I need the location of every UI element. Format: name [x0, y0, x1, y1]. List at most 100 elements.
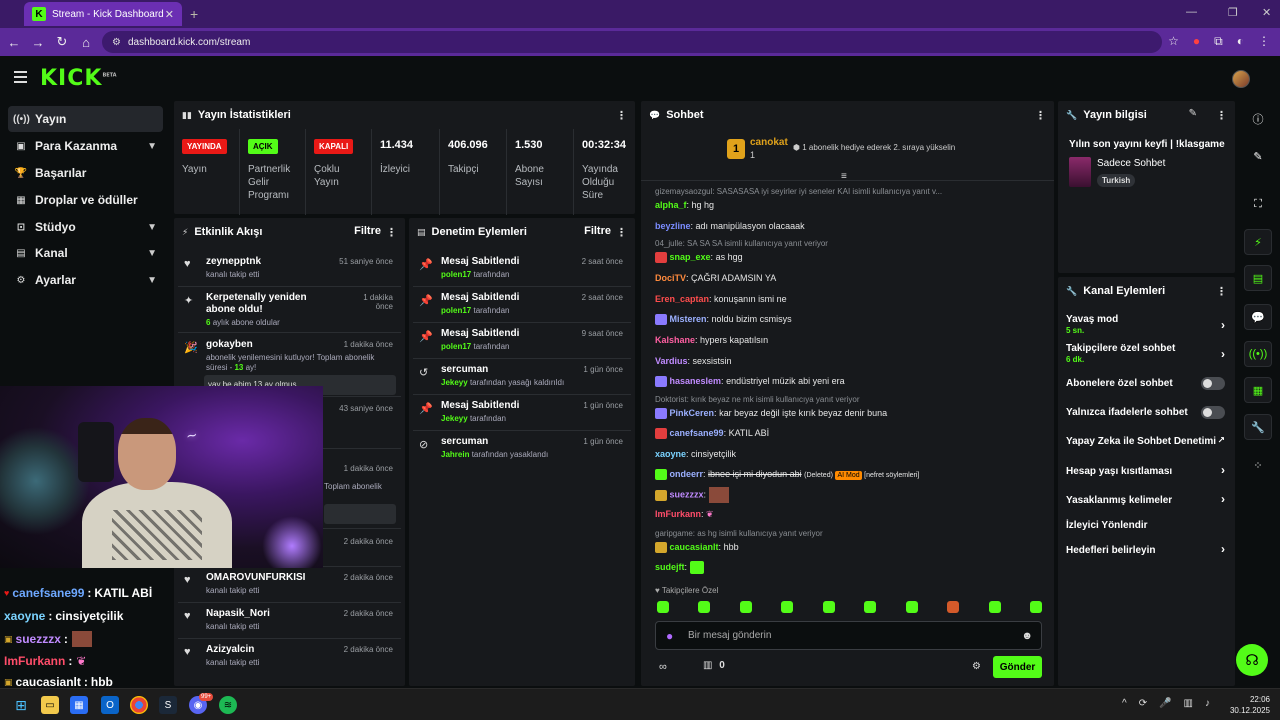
chat-settings-icon[interactable]: ⚙: [972, 661, 981, 672]
outlook-icon[interactable]: O: [101, 696, 119, 714]
overlay-chat-line: ▣ suezzzx :: [4, 631, 92, 647]
layout-rail-icon[interactable]: ▦: [1244, 377, 1272, 403]
menu-hamburger-icon[interactable]: [14, 71, 27, 86]
chat-message: beyzline: adı manipülasyon olacaaak: [655, 221, 805, 231]
profile-avatar-icon[interactable]: ◐: [1237, 34, 1244, 49]
category-name[interactable]: Sadece Sohbet: [1097, 158, 1165, 169]
channel-actions-menu-icon[interactable]: ⋮: [1216, 285, 1227, 298]
mod-menu-icon[interactable]: ⋮: [616, 226, 627, 239]
sidebar-item-kanal[interactable]: ▤ Kanal ▼: [8, 240, 163, 266]
store-icon[interactable]: ▦: [70, 696, 88, 714]
top-gifter-count: 1: [750, 150, 756, 160]
chevron-up-icon[interactable]: ^: [1122, 698, 1127, 709]
chat-message-input[interactable]: ● Bir mesaj gönderin ☻: [655, 621, 1042, 650]
forward-icon[interactable]: →: [26, 35, 50, 50]
channel-points-icon[interactable]: ∞: [659, 661, 667, 673]
edit-pencil-icon[interactable]: ✎: [1244, 143, 1272, 169]
volume-icon[interactable]: ♪: [1205, 698, 1210, 709]
site-info-icon[interactable]: ⚙: [112, 37, 121, 48]
user-avatar[interactable]: [1232, 70, 1250, 88]
pinned-toggle-icon[interactable]: ≡: [841, 171, 847, 182]
bookmark-star-icon[interactable]: ☆: [1168, 34, 1179, 49]
fullscreen-icon[interactable]: ⛶: [1244, 191, 1272, 217]
sidebar-item-para-kazanma[interactable]: ▣ Para Kazanma ▼: [8, 133, 163, 159]
close-tab-icon[interactable]: ✕: [165, 8, 174, 21]
spotify-icon[interactable]: ≋: [219, 696, 237, 714]
subscribers-only-toggle[interactable]: [1201, 377, 1225, 390]
sidebar-item-studyo[interactable]: ⊡ Stüdyo ▼: [8, 214, 163, 240]
webcam-video: ~: [0, 386, 323, 568]
activity-menu-icon[interactable]: ⋮: [386, 226, 397, 239]
bolt-rail-icon[interactable]: ⚡: [1244, 229, 1272, 255]
browser-menu-icon[interactable]: ⋮: [1258, 34, 1270, 49]
clock[interactable]: 22:06 30.12.2025: [1230, 694, 1270, 716]
clipboard-rail-icon[interactable]: ▤: [1244, 265, 1272, 291]
browser-tab-bar: K Stream - Kick Dashboard ✕ + — ❐ ✕: [0, 0, 1280, 28]
chat-reply-context: Doktorist: kırık beyaz ne mk isimli kull…: [655, 395, 860, 404]
chevron-down-icon: ▼: [147, 221, 157, 233]
banned-words-row[interactable]: Yasaklanmış kelimeler ›: [1066, 492, 1225, 506]
chat-message: xaoyne: cinsiyetçilik: [655, 449, 737, 459]
url-field[interactable]: ⚙ dashboard.kick.com/stream: [102, 31, 1162, 53]
top-gifter-name[interactable]: canokat: [750, 137, 788, 148]
network-icon[interactable]: ▥: [1184, 698, 1193, 709]
wrench-rail-icon[interactable]: 🔧: [1244, 414, 1272, 440]
system-tray: ^ ⟳ 🎤 ▥ ♪: [1122, 698, 1210, 709]
file-explorer-icon[interactable]: ▭: [41, 696, 59, 714]
ai-moderation-row[interactable]: Yapay Zeka ile Sohbet Denetimi ↗: [1066, 435, 1225, 447]
minimize-icon[interactable]: —: [1186, 6, 1197, 18]
raid-row[interactable]: İzleyici Yönlendir: [1066, 520, 1225, 531]
slow-mode-row[interactable]: Yavaş mod 5 sn. ›: [1066, 314, 1225, 335]
stream-info-menu-icon[interactable]: ⋮: [1216, 109, 1227, 122]
emote-bar[interactable]: [657, 601, 1042, 613]
chat-menu-icon[interactable]: ⋮: [1035, 109, 1046, 122]
steam-icon[interactable]: S: [159, 696, 177, 714]
emote-icon: [822, 601, 835, 613]
mic-icon[interactable]: 🎤: [1159, 698, 1171, 709]
maximize-icon[interactable]: ❐: [1228, 6, 1238, 19]
mod-filter-button[interactable]: Filtre: [584, 225, 611, 237]
close-window-icon[interactable]: ✕: [1262, 6, 1271, 19]
home-icon[interactable]: ⌂: [74, 35, 98, 50]
account-age-row[interactable]: Hesap yaşı kısıtlaması ›: [1066, 463, 1225, 477]
followers-only-row[interactable]: Takipçilere özel sohbet 6 dk. ›: [1066, 343, 1225, 364]
extensions-puzzle-icon[interactable]: ⧉: [1214, 34, 1223, 49]
browser-tab[interactable]: K Stream - Kick Dashboard ✕: [24, 2, 182, 26]
kick-emote-icon[interactable]: ●: [666, 629, 673, 643]
kick-logo[interactable]: KICKBETA: [40, 66, 117, 91]
send-button[interactable]: Gönder: [993, 656, 1042, 678]
emoji-picker-icon[interactable]: ☻: [1021, 630, 1033, 642]
info-icon[interactable]: ⓘ: [1244, 106, 1272, 132]
stat-subs: 1.530 Abone Sayısı: [507, 129, 574, 215]
sidebar-item-basarilar[interactable]: 🏆 Başarılar: [8, 160, 163, 186]
emote-icon: [988, 601, 1001, 613]
edit-pencil-icon[interactable]: ✎: [1189, 108, 1197, 119]
windows-start-icon[interactable]: ⊞: [12, 696, 30, 714]
reload-icon[interactable]: ↻: [50, 34, 74, 50]
chat-panel: 💬 Sohbet ⋮ 1 canokat 1 ⬢ 1 abonelik hedi…: [641, 101, 1054, 686]
sidebar-item-droplar[interactable]: ▦ Droplar ve ödüller: [8, 187, 163, 213]
sidebar-item-ayarlar[interactable]: ⚙ Ayarlar ▼: [8, 267, 163, 293]
chat-message: ImFurkann: ❦: [655, 509, 714, 519]
goals-row[interactable]: Hedefleri belirleyin ›: [1066, 542, 1225, 556]
points-counter[interactable]: ▥ 0: [703, 660, 725, 671]
back-icon[interactable]: ←: [2, 35, 26, 50]
add-widget-icon[interactable]: ⁘: [1244, 452, 1272, 478]
chevron-right-icon: ›: [1221, 492, 1225, 506]
kick-favicon-icon: K: [32, 7, 46, 21]
support-headset-icon[interactable]: ☊: [1236, 644, 1268, 676]
extension-icon[interactable]: ●: [1193, 34, 1200, 49]
sidebar-item-yayin[interactable]: ((•)) Yayın: [8, 106, 163, 132]
chrome-icon[interactable]: [130, 696, 148, 714]
overlay-chat-line: ♥ canefsane99: KATIL ABİ: [4, 586, 153, 600]
broadcast-rail-icon[interactable]: ((•)): [1244, 341, 1272, 367]
chat-rail-icon[interactable]: 💬: [1244, 304, 1272, 330]
chat-reply-context: 04_julle: SA SA SA isimli kullanıcıya ya…: [655, 239, 828, 248]
emote-only-toggle[interactable]: [1201, 406, 1225, 419]
language-tag[interactable]: Turkish: [1097, 174, 1136, 187]
ban-icon: ⊘: [419, 439, 429, 451]
activity-filter-button[interactable]: Filtre: [354, 225, 381, 237]
new-tab-icon[interactable]: +: [190, 6, 198, 22]
stats-menu-icon[interactable]: ⋮: [616, 109, 627, 122]
sync-icon[interactable]: ⟳: [1139, 698, 1147, 709]
